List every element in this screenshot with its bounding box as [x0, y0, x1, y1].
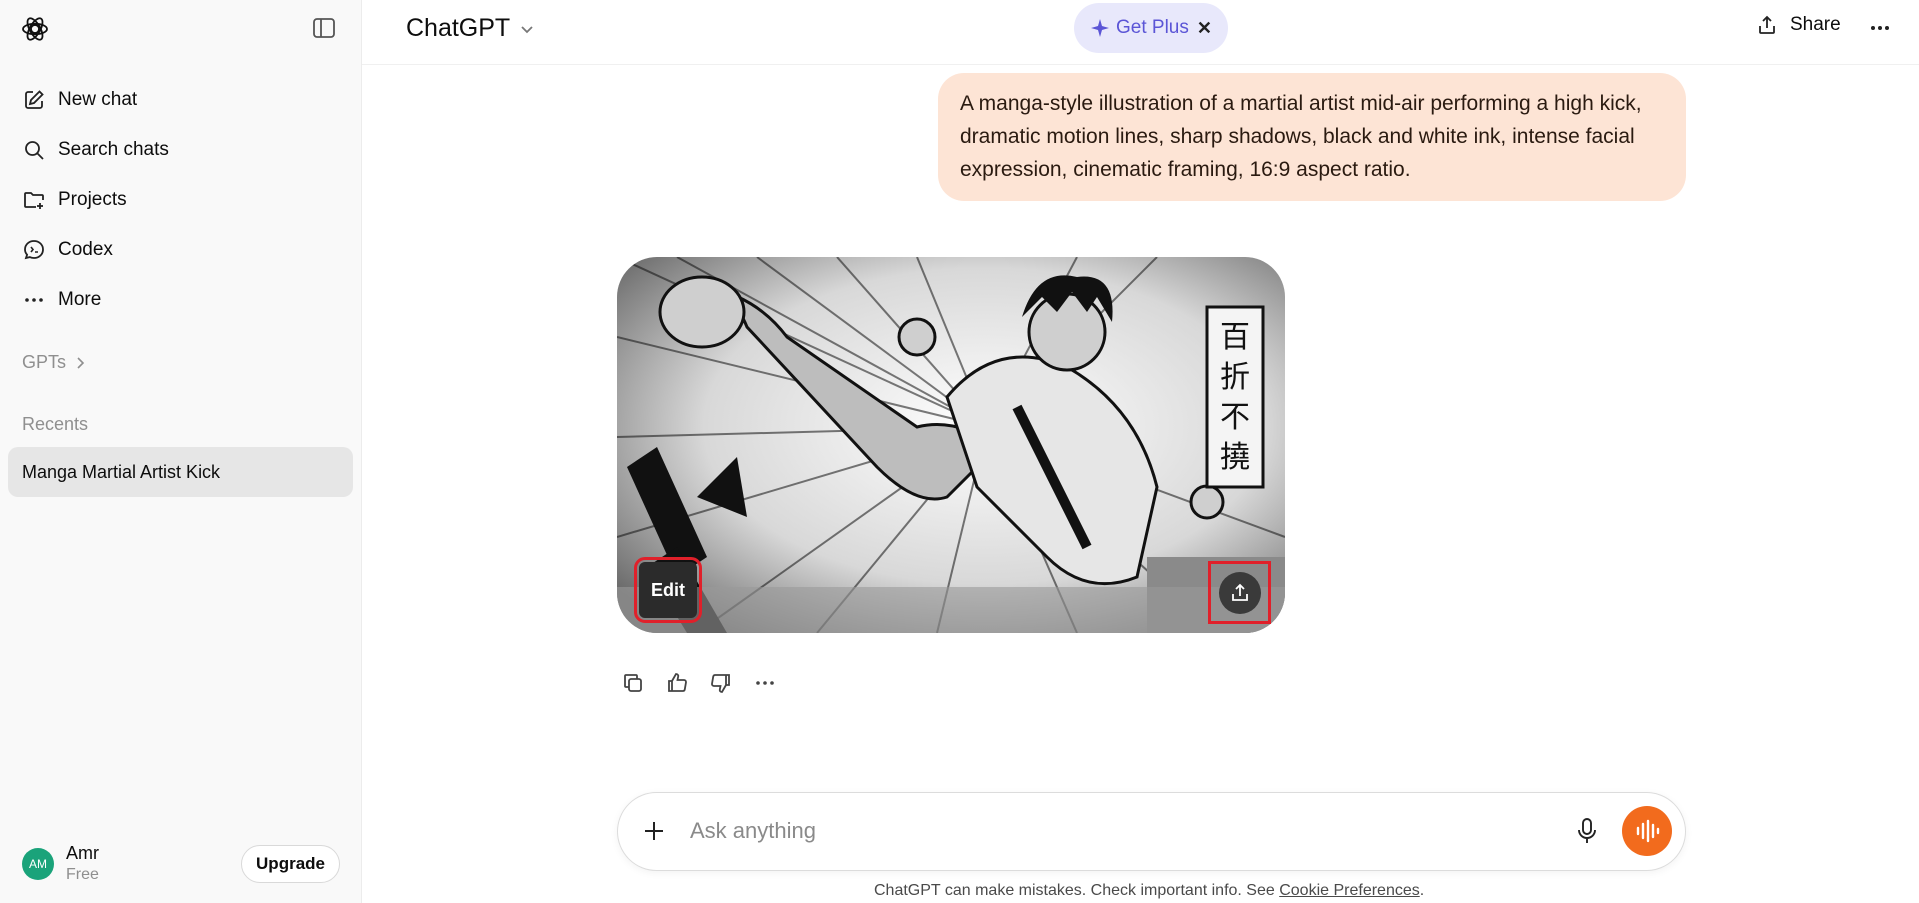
- share-image-button[interactable]: [1208, 561, 1271, 624]
- toggle-sidebar-icon[interactable]: [310, 15, 338, 41]
- top-header: ChatGPT Get Plus ✕ Share: [362, 0, 1919, 65]
- user-message-bubble: A manga-style illustration of a martial …: [938, 73, 1686, 201]
- share-icon: [1759, 15, 1775, 34]
- sidebar-item-more[interactable]: More: [10, 275, 350, 325]
- message-composer: [617, 792, 1686, 871]
- sidebar-item-label: Search chats: [58, 139, 169, 160]
- upload-icon: [1218, 571, 1261, 614]
- prompt-input[interactable]: [690, 811, 1510, 851]
- message-actions: [618, 668, 780, 698]
- voice-mode-button[interactable]: [1622, 806, 1672, 856]
- codex-icon: [24, 240, 44, 260]
- sidebar-item-codex[interactable]: Codex: [10, 225, 350, 275]
- gpts-section-header[interactable]: GPTs: [22, 352, 88, 373]
- more-horizontal-icon: [25, 298, 43, 302]
- user-profile[interactable]: AM Amr Free Upgrade: [0, 825, 362, 903]
- share-button[interactable]: Share: [1756, 14, 1841, 36]
- sidebar-item-label: More: [58, 289, 102, 310]
- disclaimer-body: ChatGPT can make mistakes. Check importa…: [874, 882, 1280, 899]
- edit-image-button[interactable]: Edit: [634, 557, 702, 623]
- chevron-right-icon: [77, 356, 85, 369]
- upgrade-button[interactable]: Upgrade: [241, 845, 340, 883]
- sidebar-item-label: New chat: [58, 89, 138, 110]
- banner-char: 撓: [1220, 440, 1250, 475]
- model-selector[interactable]: ChatGPT: [406, 14, 536, 43]
- manga-illustration: 百 折 不 撓: [617, 257, 1285, 633]
- more-actions-icon[interactable]: [750, 668, 780, 698]
- user-message-text: A manga-style illustration of a martial …: [960, 92, 1642, 181]
- chevron-down-icon: [521, 25, 533, 33]
- disclaimer-text: ChatGPT can make mistakes. Check importa…: [874, 882, 1424, 900]
- sparkle-icon: [1091, 19, 1109, 37]
- sidebar-nav: New chat Search chats Projects Codex Mor…: [10, 75, 350, 325]
- cookie-preferences-link[interactable]: Cookie Preferences: [1279, 882, 1420, 899]
- generated-image[interactable]: 百 折 不 撓: [617, 257, 1285, 633]
- sidebar-item-search-chats[interactable]: Search chats: [10, 125, 350, 175]
- pencil-square-icon: [25, 90, 44, 109]
- sidebar-item-projects[interactable]: Projects: [10, 175, 350, 225]
- get-plus-label: Get Plus: [1116, 17, 1189, 38]
- share-label: Share: [1790, 14, 1841, 35]
- get-plus-button[interactable]: Get Plus ✕: [1074, 3, 1228, 53]
- openai-logo-icon[interactable]: [20, 14, 50, 44]
- sidebar-item-label: Codex: [58, 239, 113, 260]
- recent-chat-item[interactable]: Manga Martial Artist Kick: [8, 447, 353, 497]
- user-plan: Free: [66, 866, 99, 883]
- microphone-icon[interactable]: [1574, 816, 1600, 851]
- add-attachment-button[interactable]: [640, 817, 668, 850]
- thumbs-down-icon[interactable]: [706, 668, 736, 698]
- sidebar-item-new-chat[interactable]: New chat: [10, 75, 350, 125]
- gpts-label: GPTs: [22, 352, 67, 372]
- copy-icon[interactable]: [618, 668, 648, 698]
- model-name: ChatGPT: [406, 14, 511, 42]
- sidebar-item-label: Projects: [58, 189, 127, 210]
- close-icon[interactable]: ✕: [1197, 18, 1212, 39]
- user-info: Amr Free: [66, 842, 99, 886]
- search-icon: [25, 141, 44, 160]
- app-root: New chat Search chats Projects Codex Mor…: [0, 0, 1919, 903]
- sidebar: New chat Search chats Projects Codex Mor…: [0, 0, 362, 903]
- user-name: Amr: [66, 843, 99, 863]
- disclaimer-end: .: [1419, 882, 1425, 899]
- recents-label: Recents: [22, 414, 89, 434]
- banner-char: 折: [1220, 360, 1250, 395]
- folder-plus-icon: [24, 192, 44, 209]
- recent-chat-title: Manga Martial Artist Kick: [22, 461, 221, 482]
- banner-char: 百: [1220, 320, 1250, 355]
- voice-waveform-icon: [1636, 819, 1660, 843]
- plus-icon: [645, 822, 663, 840]
- avatar: AM: [22, 848, 54, 880]
- banner-char: 不: [1220, 400, 1250, 435]
- more-options-icon[interactable]: [1868, 16, 1892, 45]
- thumbs-up-icon[interactable]: [662, 668, 692, 698]
